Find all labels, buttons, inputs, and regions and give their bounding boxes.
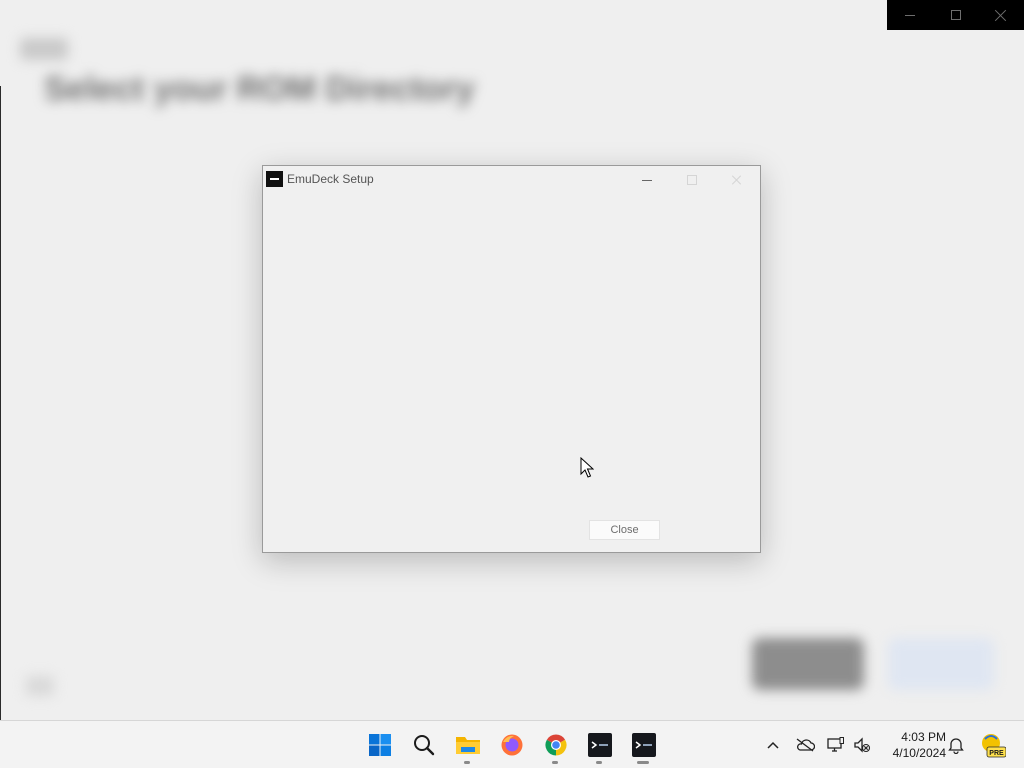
cloud-offline-icon bbox=[796, 738, 815, 752]
background-corner-element bbox=[26, 676, 54, 696]
maximize-icon bbox=[687, 175, 697, 185]
emudeck-app-icon bbox=[266, 171, 283, 187]
preview-badge-text: PRE bbox=[989, 750, 1004, 757]
close-icon bbox=[995, 9, 1007, 21]
clock-date: 4/10/2024 bbox=[892, 746, 946, 760]
windows-taskbar: 4:03 PM 4/10/2024 PRE bbox=[0, 720, 1024, 768]
emudeck-icon bbox=[632, 733, 656, 757]
tray-onedrive-button[interactable] bbox=[792, 721, 818, 768]
running-indicator bbox=[596, 761, 602, 764]
taskbar-search-button[interactable] bbox=[404, 721, 444, 768]
tray-preview-build-badge[interactable]: PRE bbox=[978, 721, 1008, 768]
dialog-title: EmuDeck Setup bbox=[287, 172, 374, 186]
chrome-icon bbox=[545, 734, 567, 756]
mouse-cursor-icon bbox=[580, 457, 594, 478]
insider-preview-icon: PRE bbox=[982, 734, 1006, 758]
clock-time: 4:03 PM bbox=[901, 730, 946, 744]
close-button[interactable]: Close bbox=[589, 520, 660, 540]
dialog-minimize-button[interactable] bbox=[624, 166, 670, 194]
tray-volume-button[interactable] bbox=[850, 721, 874, 768]
minimize-icon bbox=[904, 14, 915, 16]
background-back-chip bbox=[20, 38, 68, 60]
background-window-controls bbox=[887, 0, 1024, 30]
background-maximize-button[interactable] bbox=[933, 0, 979, 30]
background-window-edge bbox=[0, 86, 1, 720]
taskbar-clock[interactable]: 4:03 PM 4/10/2024 bbox=[880, 729, 946, 761]
taskbar-emudeck-1[interactable] bbox=[580, 721, 620, 768]
dialog-maximize-button bbox=[669, 166, 715, 194]
windows-start-icon bbox=[369, 734, 391, 756]
emudeck-icon bbox=[588, 733, 612, 757]
running-indicator bbox=[464, 761, 470, 764]
tray-notifications-button[interactable] bbox=[946, 721, 966, 768]
search-icon bbox=[414, 735, 435, 756]
taskbar-file-explorer[interactable] bbox=[448, 721, 488, 768]
volume-muted-icon bbox=[854, 737, 871, 753]
taskbar-chrome[interactable] bbox=[536, 721, 576, 768]
minimize-icon bbox=[642, 179, 652, 181]
close-icon bbox=[732, 175, 742, 185]
background-secondary-button bbox=[752, 638, 864, 690]
bell-icon bbox=[948, 738, 964, 754]
background-primary-button bbox=[888, 638, 994, 690]
network-icon bbox=[827, 737, 844, 752]
chevron-up-icon bbox=[767, 741, 779, 749]
tray-show-hidden-icons-button[interactable] bbox=[762, 721, 784, 768]
maximize-icon bbox=[950, 10, 961, 20]
firefox-icon bbox=[501, 734, 523, 756]
active-indicator bbox=[637, 761, 649, 764]
running-indicator bbox=[552, 761, 558, 764]
background-minimize-button[interactable] bbox=[887, 0, 933, 30]
dialog-titlebar[interactable]: EmuDeck Setup bbox=[263, 166, 760, 194]
dialog-body bbox=[263, 194, 760, 552]
dialog-close-x-button bbox=[714, 166, 760, 194]
taskbar-firefox[interactable] bbox=[492, 721, 532, 768]
tray-network-button[interactable] bbox=[824, 721, 848, 768]
taskbar-emudeck-2[interactable] bbox=[624, 721, 664, 768]
taskbar-start-button[interactable] bbox=[360, 721, 400, 768]
emudeck-setup-dialog: EmuDeck Setup Close bbox=[262, 165, 761, 553]
background-close-button[interactable] bbox=[978, 0, 1024, 30]
background-page-title: Select your ROM Directory bbox=[44, 70, 475, 108]
folder-icon bbox=[456, 737, 480, 754]
